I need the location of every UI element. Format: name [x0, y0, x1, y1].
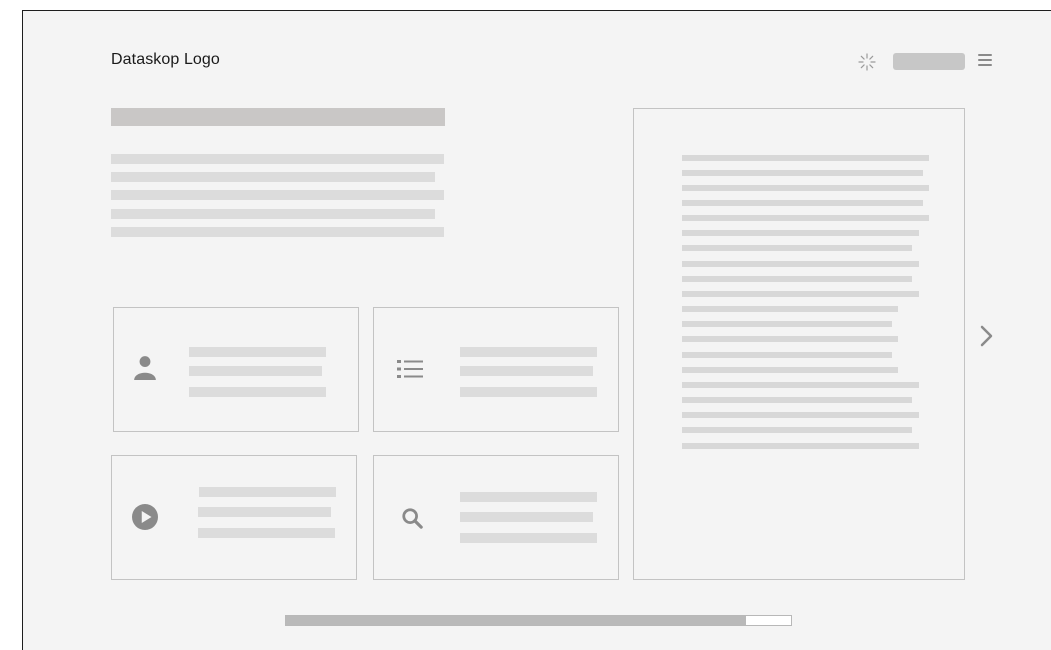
card-text-line — [460, 387, 597, 397]
hero-text-line — [111, 190, 444, 200]
hero-text-line — [111, 209, 435, 219]
doc-text-line — [682, 321, 892, 327]
play-icon — [132, 504, 158, 530]
hero-heading-placeholder — [111, 108, 445, 126]
loading-spinner-icon — [858, 53, 876, 71]
doc-text-line — [682, 336, 898, 342]
doc-text-line — [682, 261, 919, 267]
doc-text-line — [682, 427, 912, 433]
card-text-line — [199, 487, 336, 497]
doc-text-line — [682, 367, 898, 373]
chevron-right-icon[interactable] — [979, 324, 995, 348]
app-frame: Dataskop Logo — [22, 10, 1051, 650]
user-icon — [134, 356, 156, 380]
card-text-line — [460, 533, 597, 543]
hero-text-line — [111, 154, 444, 164]
card-text-line — [198, 528, 335, 538]
card-text-line — [189, 387, 326, 397]
doc-text-line — [682, 215, 929, 221]
search-icon — [402, 508, 423, 529]
doc-text-line — [682, 245, 912, 251]
header-button[interactable] — [893, 53, 965, 70]
progress-bar — [285, 615, 792, 626]
hero-text-line — [111, 172, 435, 182]
menu-icon[interactable] — [978, 54, 992, 67]
card-text-line — [198, 507, 331, 517]
doc-text-line — [682, 412, 919, 418]
card-list[interactable] — [373, 307, 619, 432]
hero-text-line — [111, 227, 444, 237]
card-user[interactable] — [113, 307, 359, 432]
doc-text-line — [682, 185, 929, 191]
doc-text-line — [682, 306, 898, 312]
progress-fill — [286, 616, 746, 625]
card-play[interactable] — [111, 455, 357, 580]
card-text-line — [460, 492, 597, 502]
card-text-line — [460, 512, 593, 522]
doc-text-line — [682, 352, 892, 358]
card-text-line — [189, 366, 322, 376]
doc-text-line — [682, 155, 929, 161]
doc-text-line — [682, 291, 919, 297]
card-text-line — [189, 347, 326, 357]
doc-text-line — [682, 170, 923, 176]
card-text-line — [460, 347, 597, 357]
card-search[interactable] — [373, 455, 619, 580]
list-icon — [397, 360, 423, 378]
document-preview — [633, 108, 965, 580]
doc-text-line — [682, 382, 919, 388]
doc-text-line — [682, 397, 912, 403]
doc-text-line — [682, 230, 919, 236]
logo[interactable]: Dataskop Logo — [111, 51, 220, 69]
doc-text-line — [682, 443, 919, 449]
doc-text-line — [682, 200, 923, 206]
doc-text-line — [682, 276, 912, 282]
card-text-line — [460, 366, 593, 376]
